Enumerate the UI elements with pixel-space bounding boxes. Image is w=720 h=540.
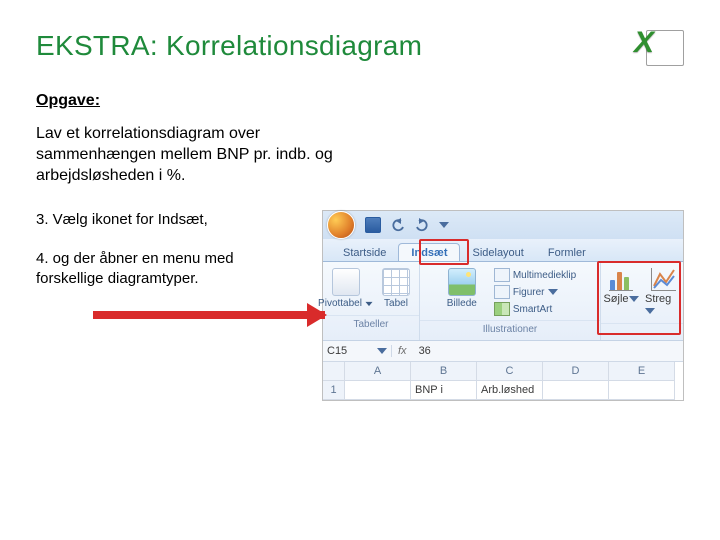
- task-heading: Opgave:: [36, 92, 684, 110]
- picture-button[interactable]: Billede: [440, 266, 484, 311]
- slide: EKSTRA: Korrelationsdiagram X Opgave: La…: [0, 0, 720, 540]
- table-label: Tabel: [384, 298, 408, 309]
- tab-sidelayout[interactable]: Sidelayout: [460, 244, 535, 261]
- title-row: EKSTRA: Korrelationsdiagram X: [36, 26, 684, 66]
- steps-row: 3. Vælg ikonet for Indsæt, 4. og der åbn…: [36, 210, 684, 401]
- col-header-b[interactable]: B: [411, 362, 477, 381]
- fx-icon[interactable]: fx: [392, 345, 413, 357]
- excel-logo-icon: X: [636, 26, 684, 66]
- select-all-corner[interactable]: [323, 362, 345, 381]
- chevron-down-icon: [629, 296, 639, 302]
- office-button-icon[interactable]: [327, 211, 355, 239]
- shapes-icon: [494, 285, 510, 299]
- name-box[interactable]: C15: [323, 345, 392, 357]
- step-4: 4. og der åbner en menu med forskellige …: [36, 249, 236, 290]
- smartart-button[interactable]: SmartArt: [494, 302, 576, 316]
- row-header-1[interactable]: 1: [323, 381, 345, 400]
- step-3: 3. Vælg ikonet for Indsæt,: [36, 210, 236, 230]
- cell-a1[interactable]: [345, 381, 411, 400]
- formula-value[interactable]: 36: [413, 345, 437, 357]
- quick-access-toolbar: [323, 211, 683, 239]
- redo-icon[interactable]: [415, 218, 429, 232]
- pivottable-icon: [332, 268, 360, 296]
- tab-indsaet[interactable]: Indsæt: [398, 243, 460, 261]
- clipart-button[interactable]: Multimedieklip: [494, 268, 576, 282]
- group-tables: Pivottabel Tabel Tabeller: [323, 262, 420, 340]
- group-illustrations: Billede Multimedieklip Figurer SmartArt …: [420, 262, 601, 340]
- ribbon-body: Pivottabel Tabel Tabeller Bill: [323, 262, 683, 340]
- group-charts: Søjle Streg: [601, 262, 683, 340]
- group-tables-label: Tabeller: [323, 315, 419, 332]
- column-chart-icon: [609, 268, 633, 291]
- chevron-down-icon: [645, 308, 655, 314]
- table-button[interactable]: Tabel: [374, 266, 418, 311]
- line-chart-button[interactable]: Streg: [645, 266, 681, 319]
- callout-arrow-icon: [93, 311, 325, 319]
- col-header-a[interactable]: A: [345, 362, 411, 381]
- smartart-icon: [494, 302, 510, 316]
- slide-title: EKSTRA: Korrelationsdiagram: [36, 30, 422, 62]
- cell-d1[interactable]: [543, 381, 609, 400]
- col-header-d[interactable]: D: [543, 362, 609, 381]
- cell-b1[interactable]: BNP i: [411, 381, 477, 400]
- clipart-icon: [494, 268, 510, 282]
- cell-c1[interactable]: Arb.løshed: [477, 381, 543, 400]
- group-charts-spacer: [601, 323, 683, 340]
- group-illustrations-label: Illustrationer: [420, 320, 600, 337]
- illustration-mini: Multimedieklip Figurer SmartArt: [490, 266, 580, 316]
- undo-icon[interactable]: [391, 218, 405, 232]
- pivottable-button[interactable]: Pivottabel: [324, 266, 368, 311]
- grid: 1 A BBNP i CArb.løshed D E: [323, 362, 683, 400]
- save-icon[interactable]: [365, 217, 381, 233]
- picture-label: Billede: [447, 298, 477, 309]
- steps-text: 3. Vælg ikonet for Indsæt, 4. og der åbn…: [36, 210, 236, 307]
- task-text: Lav et korrelationsdiagram over sammenhæ…: [36, 124, 356, 186]
- col-header-c[interactable]: C: [477, 362, 543, 381]
- sheet-area: C15 fx 36 1 A BBNP i CArb.løshed D E: [323, 340, 683, 400]
- picture-icon: [448, 268, 476, 296]
- line-chart-icon: [651, 268, 676, 291]
- cell-e1[interactable]: [609, 381, 675, 400]
- chevron-down-icon: [377, 348, 387, 354]
- excel-screenshot: Startside Indsæt Sidelayout Formler Pivo…: [322, 210, 684, 401]
- qat-dropdown-icon[interactable]: [439, 222, 449, 228]
- formula-bar: C15 fx 36: [323, 341, 683, 362]
- chevron-down-icon: [548, 289, 558, 295]
- ribbon-tabs: Startside Indsæt Sidelayout Formler: [323, 239, 683, 262]
- tab-formler[interactable]: Formler: [536, 244, 598, 261]
- table-icon: [382, 268, 410, 296]
- shapes-button[interactable]: Figurer: [494, 285, 576, 299]
- column-chart-button[interactable]: Søjle: [603, 266, 639, 319]
- col-header-e[interactable]: E: [609, 362, 675, 381]
- tab-startside[interactable]: Startside: [331, 244, 398, 261]
- chevron-down-icon: [365, 302, 372, 306]
